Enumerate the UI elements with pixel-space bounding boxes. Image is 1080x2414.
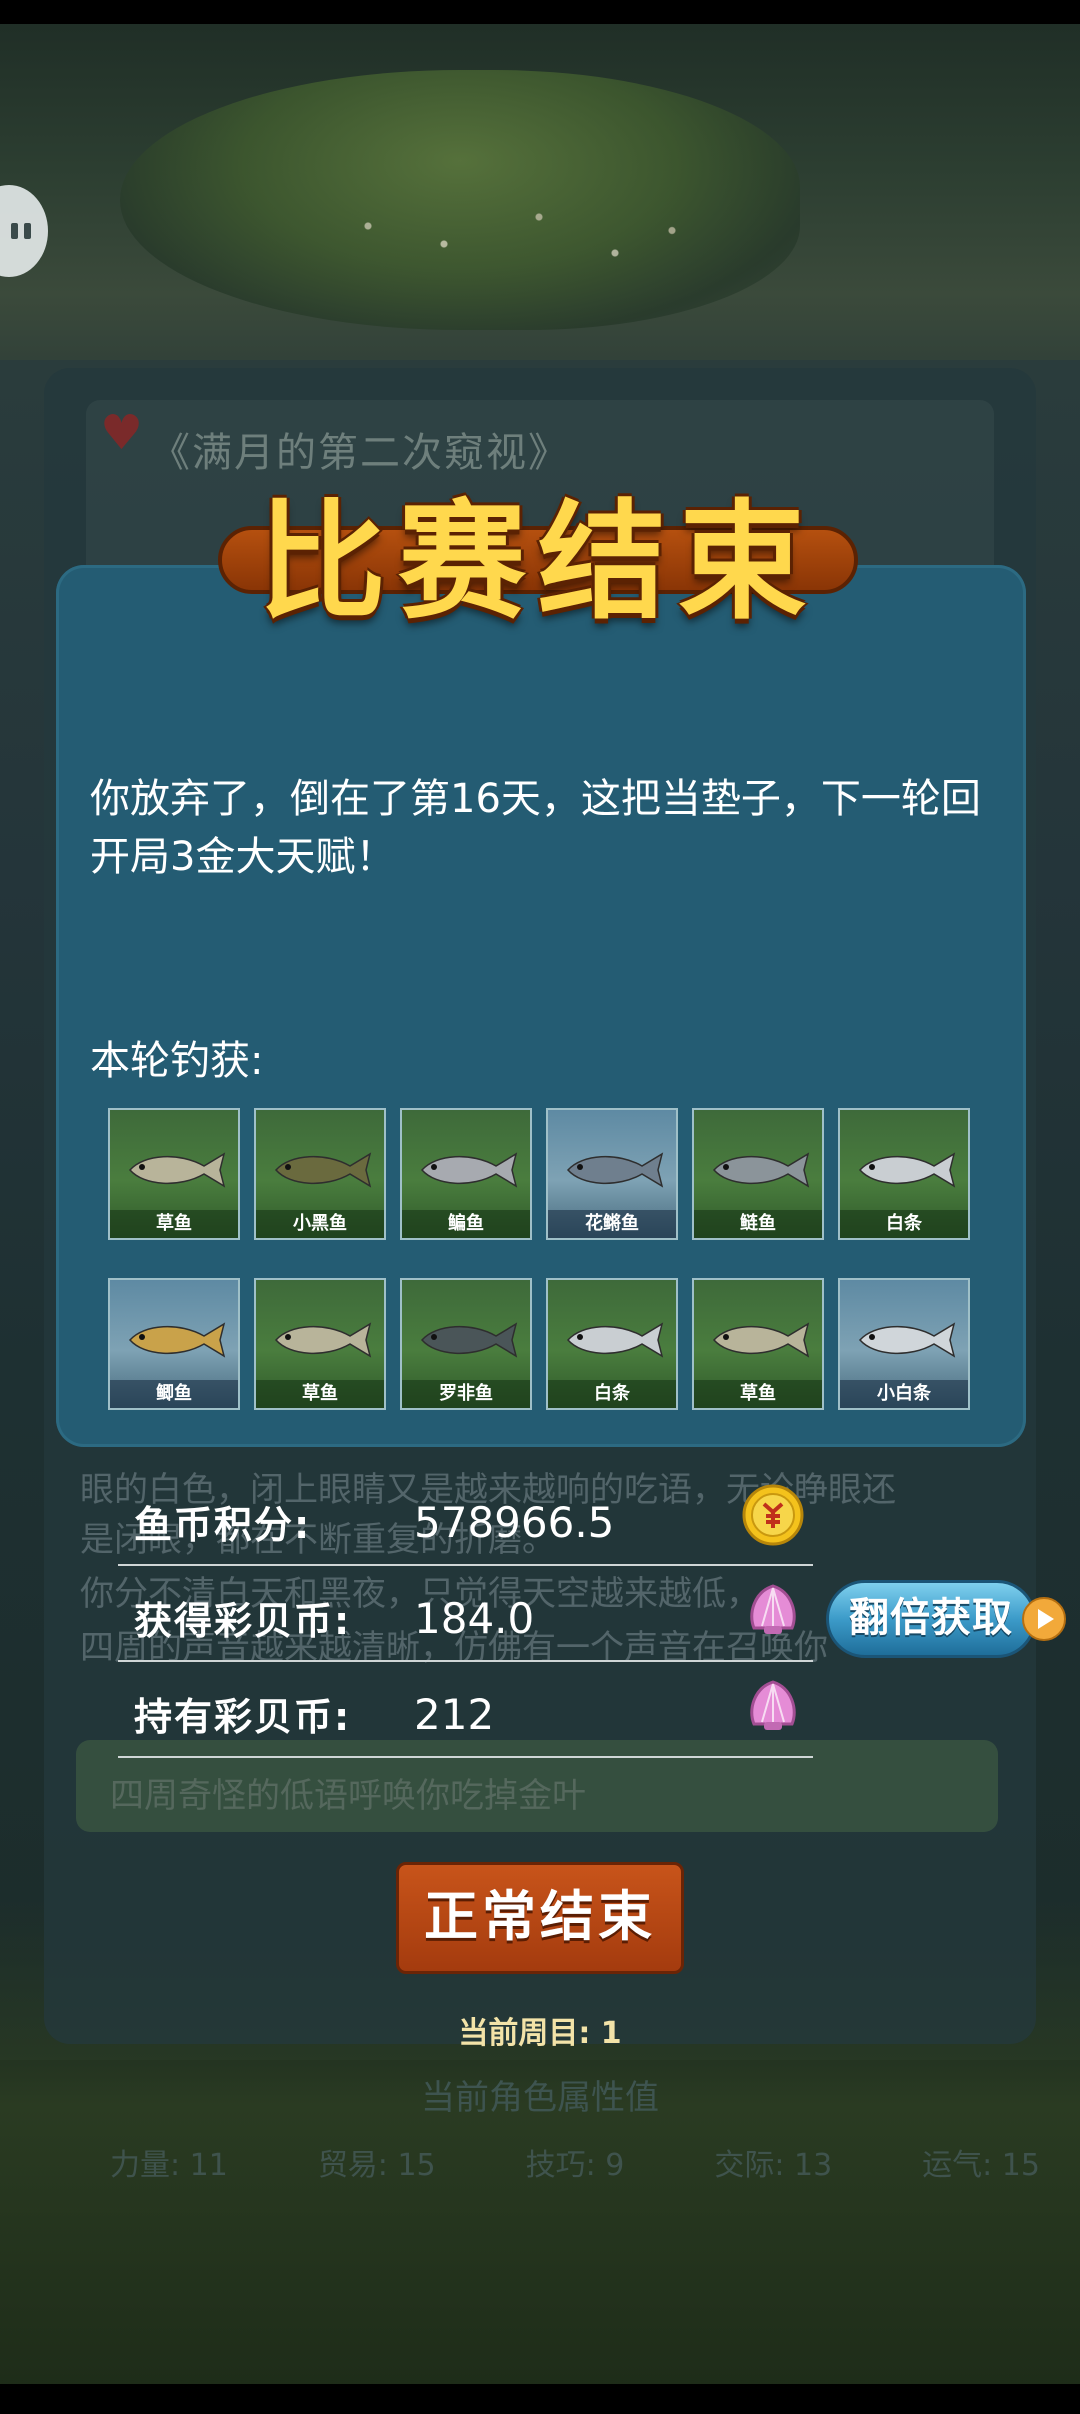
grass-carp-icon — [713, 1322, 810, 1358]
attr-luck: 运气: 15 — [922, 2148, 1040, 2183]
fish-name: 白条 — [840, 1210, 968, 1238]
crucian-carp-icon — [129, 1322, 226, 1358]
shell-held-row: 持有彩贝币: 212 — [118, 1660, 813, 1758]
result-message: 你放弃了，倒在了第16天，这把当垫子，下一轮回开局3金大天赋！ — [90, 776, 981, 880]
fish-coin-label: 鱼币积分: — [134, 1503, 312, 1547]
fish-name: 鲫鱼 — [110, 1380, 238, 1408]
fish-card[interactable]: 小白条 — [838, 1278, 970, 1410]
fish-card[interactable]: 白条 — [546, 1278, 678, 1410]
white-fish-icon — [859, 1152, 956, 1188]
attr-strength: 力量: 11 — [110, 2148, 228, 2183]
fish-coin-row: 鱼币积分: 578966.5 — [118, 1468, 813, 1566]
play-video-icon[interactable] — [1022, 1597, 1066, 1641]
bream-icon — [421, 1152, 518, 1188]
fish-name: 小黑鱼 — [256, 1210, 384, 1238]
double-reward-button[interactable]: 翻倍获取 — [826, 1580, 1036, 1658]
fish-name: 草鱼 — [110, 1210, 238, 1238]
fish-name: 草鱼 — [256, 1380, 384, 1408]
fish-card[interactable]: 鲢鱼 — [692, 1108, 824, 1240]
attr-trade: 贸易: 15 — [317, 2148, 436, 2183]
fish-coin-value: 578966.5 — [414, 1498, 615, 1547]
grass-carp-icon — [275, 1322, 372, 1358]
fish-card[interactable]: 草鱼 — [254, 1278, 386, 1410]
snakehead-icon — [275, 1152, 372, 1188]
shell-earned-value: 184.0 — [414, 1594, 535, 1643]
banner-title: 比赛结束 — [257, 488, 818, 637]
cycle-counter: 当前周目: 1 — [458, 2016, 622, 2051]
navigation-bar — [0, 2384, 1080, 2414]
fish-coin-icon — [742, 1484, 804, 1546]
shell-icon — [750, 1680, 796, 1730]
fish-card[interactable]: 白条 — [838, 1108, 970, 1240]
pause-icon — [11, 223, 31, 239]
shell-held-label: 持有彩贝币: — [134, 1695, 352, 1739]
fish-card[interactable]: 草鱼 — [692, 1278, 824, 1410]
guppy-icon — [567, 1152, 664, 1188]
silver-carp-icon — [713, 1152, 810, 1188]
attr-skill: 技巧: 9 — [525, 2148, 625, 2183]
fish-card[interactable]: 鲫鱼 — [108, 1278, 240, 1410]
fish-name: 草鱼 — [694, 1380, 822, 1408]
fish-name: 小白条 — [840, 1380, 968, 1408]
fish-card[interactable]: 草鱼 — [108, 1108, 240, 1240]
tilapia-icon — [421, 1322, 518, 1358]
shell-earned-label: 获得彩贝币: — [134, 1599, 352, 1643]
white-fish-icon — [567, 1322, 664, 1358]
attr-social: 交际: 13 — [714, 2148, 833, 2183]
flowers — [330, 190, 710, 280]
small-white-fish-icon — [859, 1322, 956, 1358]
attributes-title: 当前角色属性值 — [421, 2078, 659, 2118]
fish-name: 白条 — [548, 1380, 676, 1408]
fish-name: 鲢鱼 — [694, 1210, 822, 1238]
fish-card[interactable]: 花鳉鱼 — [546, 1108, 678, 1240]
catch-grid: 草鱼 小黑鱼 鳊鱼 花鳉鱼 鲢鱼 白条 鲫鱼 草鱼 罗非鱼 白条 草鱼 小白条 — [108, 1108, 970, 1410]
fish-card[interactable]: 鳊鱼 — [400, 1108, 532, 1240]
shell-earned-row: 获得彩贝币: 184.0 — [118, 1564, 813, 1662]
fish-card[interactable]: 小黑鱼 — [254, 1108, 386, 1240]
status-bar — [0, 0, 1080, 24]
result-banner: 比赛结束 — [218, 462, 858, 637]
fish-name: 花鳉鱼 — [548, 1210, 676, 1238]
grass-carp-icon — [129, 1152, 226, 1188]
fish-card[interactable]: 罗非鱼 — [400, 1278, 532, 1410]
story-choice-text: 四周奇怪的低语呼唤你吃掉金叶 — [110, 1776, 586, 1816]
shell-held-value: 212 — [414, 1690, 495, 1739]
catch-title: 本轮钓获: — [90, 1038, 264, 1084]
heart-icon: ♥ — [100, 405, 144, 461]
normal-end-button[interactable]: 正常结束 — [396, 1862, 684, 1974]
fish-name: 鳊鱼 — [402, 1210, 530, 1238]
shell-icon — [750, 1584, 796, 1634]
attributes-row: 力量: 11 贸易: 15 技巧: 9 交际: 13 运气: 15 — [110, 2140, 1040, 2184]
fish-name: 罗非鱼 — [402, 1380, 530, 1408]
